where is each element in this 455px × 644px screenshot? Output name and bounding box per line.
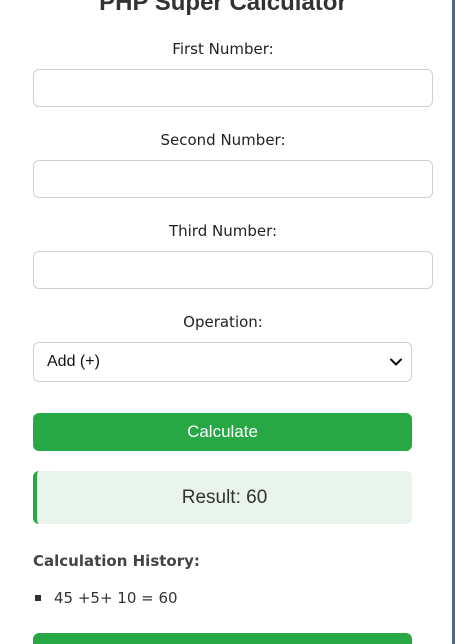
history-list: 45 +5+ 10 = 60 bbox=[33, 588, 178, 608]
second-number-label: Second Number: bbox=[160, 131, 286, 149]
operation-select[interactable]: Add (+) bbox=[33, 342, 412, 382]
calculator-page: PHP Super Calculator First Number: Secon… bbox=[0, 0, 455, 644]
first-number-input[interactable] bbox=[33, 69, 433, 107]
second-number-input[interactable] bbox=[33, 160, 433, 198]
chevron-down-icon bbox=[389, 355, 403, 369]
history-item-text: 45 +5+ 10 = 60 bbox=[54, 589, 178, 607]
clear-history-button[interactable] bbox=[33, 633, 412, 644]
operation-label: Operation: bbox=[183, 313, 263, 331]
history-title: Calculation History: bbox=[33, 552, 200, 570]
third-number-input[interactable] bbox=[33, 251, 433, 289]
result-box: Result: 60 bbox=[33, 471, 412, 524]
square-bullet-icon bbox=[35, 595, 41, 601]
page-title: PHP Super Calculator bbox=[99, 0, 347, 16]
calculate-button[interactable]: Calculate bbox=[33, 413, 412, 451]
third-number-label: Third Number: bbox=[168, 222, 278, 240]
first-number-label: First Number: bbox=[172, 40, 274, 58]
history-item: 45 +5+ 10 = 60 bbox=[33, 588, 178, 608]
operation-selected-value: Add (+) bbox=[47, 353, 100, 370]
